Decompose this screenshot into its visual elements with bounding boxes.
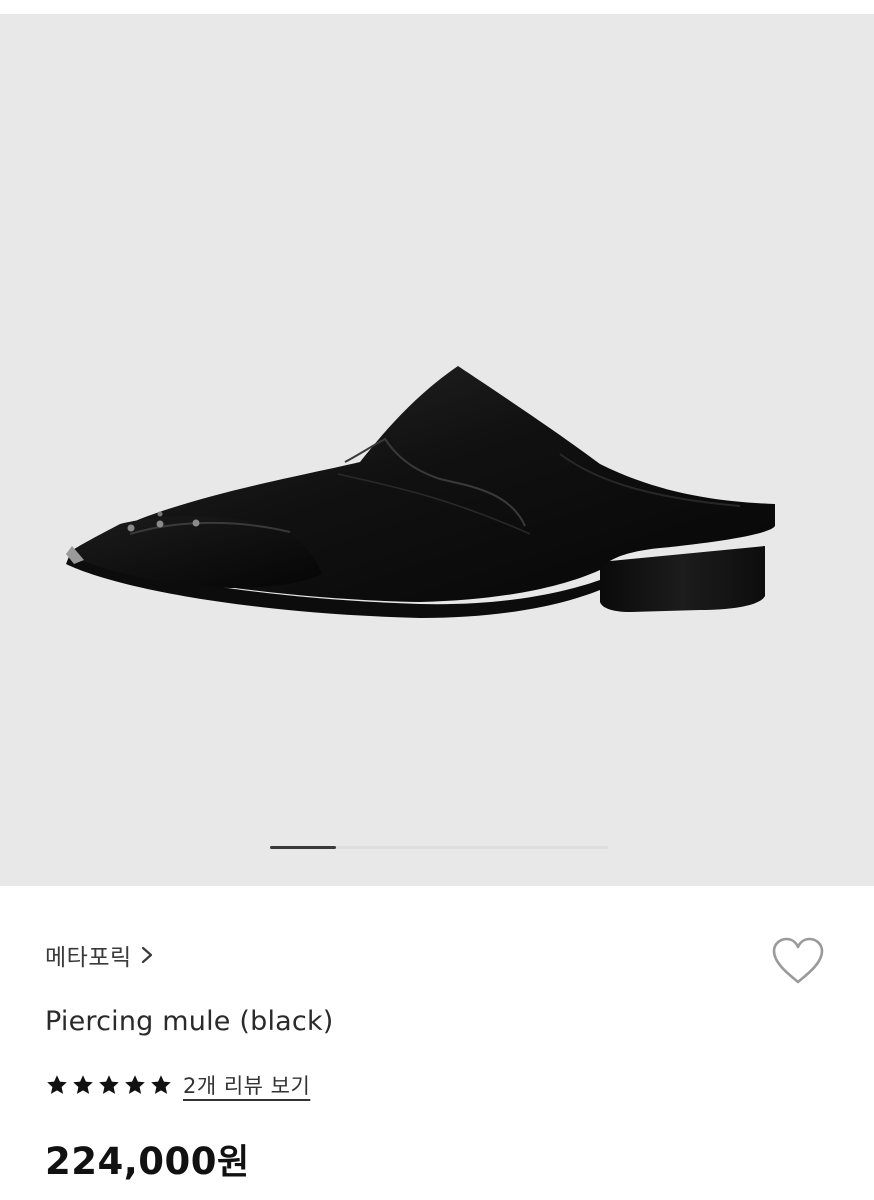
reviews-link[interactable]: 2개 리뷰 보기 bbox=[183, 1070, 310, 1100]
star-icon bbox=[125, 1075, 145, 1094]
price: 224,000 원 bbox=[45, 1134, 250, 1185]
brand-name: 메타포릭 bbox=[45, 945, 132, 971]
star-icon bbox=[151, 1075, 171, 1094]
price-currency: 원 bbox=[217, 1143, 250, 1183]
top-spacer bbox=[0, 0, 874, 14]
gallery-pager bbox=[270, 846, 608, 849]
star-icon bbox=[73, 1075, 93, 1094]
star-icon bbox=[47, 1075, 67, 1094]
product-info: 메타포릭 Piercing mule (black) 2개 리뷰 보기 224,… bbox=[0, 886, 874, 1200]
price-amount: 224,000 bbox=[45, 1140, 218, 1183]
rating-row: 2개 리뷰 보기 bbox=[45, 1069, 310, 1101]
heart-outline-icon bbox=[772, 937, 824, 984]
chevron-right-icon bbox=[141, 946, 152, 964]
product-title: Piercing mule (black) bbox=[45, 1006, 334, 1037]
rating-stars bbox=[45, 1073, 173, 1097]
product-image bbox=[66, 366, 775, 618]
product-image-gallery[interactable] bbox=[0, 14, 874, 886]
wishlist-button[interactable] bbox=[768, 934, 828, 988]
gallery-pager-indicator bbox=[270, 846, 336, 849]
star-icon bbox=[99, 1075, 119, 1094]
brand-link[interactable]: 메타포릭 bbox=[45, 938, 154, 972]
